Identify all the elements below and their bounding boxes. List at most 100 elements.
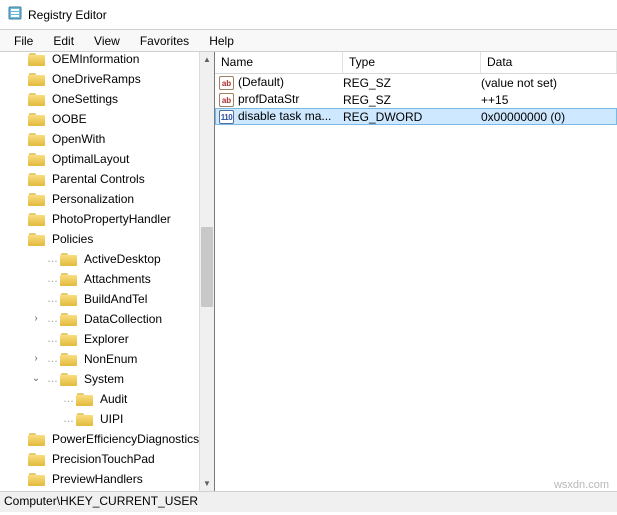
tree-item-label: PreviewHandlers bbox=[50, 472, 143, 486]
list-body: ab(Default)REG_SZ(value not set)abprofDa… bbox=[215, 74, 617, 125]
folder-icon bbox=[28, 172, 46, 186]
tree-item-label: DataCollection bbox=[82, 312, 162, 326]
scroll-down-icon[interactable]: ▼ bbox=[200, 476, 214, 491]
tree-connector: … bbox=[44, 373, 58, 385]
tree-connector: … bbox=[44, 293, 58, 305]
tree-item-label: Audit bbox=[98, 392, 127, 406]
menu-help[interactable]: Help bbox=[199, 32, 244, 50]
tree-item-label: PhotoPropertyHandler bbox=[50, 212, 171, 226]
tree-item-label: OneSettings bbox=[50, 92, 118, 106]
value-name: profDataStr bbox=[238, 92, 299, 106]
tree-item[interactable]: … ActiveDesktop bbox=[0, 249, 214, 269]
folder-icon bbox=[60, 312, 78, 326]
menu-view[interactable]: View bbox=[84, 32, 130, 50]
folder-icon bbox=[28, 92, 46, 106]
tree-item[interactable]: OOBE bbox=[0, 109, 214, 129]
list-row[interactable]: abprofDataStrREG_SZ++15 bbox=[215, 91, 617, 108]
tree-item-label: PrecisionTouchPad bbox=[50, 452, 155, 466]
folder-icon bbox=[28, 152, 46, 166]
tree-item[interactable]: ›…NonEnum bbox=[0, 349, 214, 369]
folder-icon bbox=[28, 432, 46, 446]
value-data: ++15 bbox=[481, 93, 617, 107]
tree-item[interactable]: ›…DataCollection bbox=[0, 309, 214, 329]
tree-item[interactable]: PowerEfficiencyDiagnostics bbox=[0, 429, 214, 449]
tree-scrollbar[interactable]: ▲ ▼ bbox=[199, 52, 214, 491]
tree-item[interactable]: ⌄…System bbox=[0, 369, 214, 389]
tree-item-label: ActiveDesktop bbox=[82, 252, 161, 266]
col-header-name[interactable]: Name bbox=[215, 52, 343, 73]
folder-icon bbox=[60, 252, 78, 266]
chevron-right-icon[interactable]: › bbox=[30, 354, 42, 364]
menu-edit[interactable]: Edit bbox=[43, 32, 84, 50]
chevron-right-icon[interactable]: › bbox=[30, 314, 42, 324]
work-area: OEMInformation OneDriveRamps OneSettings OO… bbox=[0, 52, 617, 492]
tree-item[interactable]: PreviewHandlers bbox=[0, 469, 214, 489]
folder-icon bbox=[28, 452, 46, 466]
statusbar-path: Computer\HKEY_CURRENT_USER bbox=[4, 494, 198, 508]
tree-item[interactable]: PropertySystem bbox=[0, 489, 214, 491]
folder-icon bbox=[28, 132, 46, 146]
col-header-data[interactable]: Data bbox=[481, 52, 617, 73]
scroll-up-icon[interactable]: ▲ bbox=[200, 52, 214, 67]
reg-string-icon: ab bbox=[219, 76, 234, 90]
tree-item[interactable]: …Audit bbox=[0, 389, 214, 409]
tree-item-label: Parental Controls bbox=[50, 172, 145, 186]
col-header-type[interactable]: Type bbox=[343, 52, 481, 73]
tree-item-label: OpenWith bbox=[50, 132, 105, 146]
value-name: (Default) bbox=[238, 75, 284, 89]
folder-icon bbox=[28, 52, 46, 66]
tree-item-label: OptimalLayout bbox=[50, 152, 129, 166]
tree-item[interactable]: … Explorer bbox=[0, 329, 214, 349]
value-type: REG_SZ bbox=[343, 93, 481, 107]
folder-icon bbox=[28, 112, 46, 126]
list-row[interactable]: ab(Default)REG_SZ(value not set) bbox=[215, 74, 617, 91]
tree-item[interactable]: OEMInformation bbox=[0, 52, 214, 69]
folder-icon bbox=[28, 192, 46, 206]
tree-item[interactable]: OptimalLayout bbox=[0, 149, 214, 169]
list-header: Name Type Data bbox=[215, 52, 617, 74]
tree-item[interactable]: … Attachments bbox=[0, 269, 214, 289]
menu-bar: File Edit View Favorites Help bbox=[0, 30, 617, 52]
value-type: REG_DWORD bbox=[343, 110, 481, 124]
tree-item[interactable]: …UIPI bbox=[0, 409, 214, 429]
registry-tree[interactable]: OEMInformation OneDriveRamps OneSettings OO… bbox=[0, 52, 214, 491]
folder-icon bbox=[28, 472, 46, 486]
tree-connector: … bbox=[60, 413, 74, 425]
tree-item-label: NonEnum bbox=[82, 352, 137, 366]
folder-icon bbox=[60, 332, 78, 346]
scroll-thumb[interactable] bbox=[201, 227, 213, 307]
tree-item-label: OneDriveRamps bbox=[50, 72, 141, 86]
tree-item[interactable]: OpenWith bbox=[0, 129, 214, 149]
watermark: wsxdn.com bbox=[554, 479, 609, 491]
tree-item[interactable]: Parental Controls bbox=[0, 169, 214, 189]
folder-icon bbox=[60, 272, 78, 286]
tree-item[interactable]: PrecisionTouchPad bbox=[0, 449, 214, 469]
tree-item[interactable]: PhotoPropertyHandler bbox=[0, 209, 214, 229]
tree-item-label: OEMInformation bbox=[50, 52, 139, 66]
menu-file[interactable]: File bbox=[4, 32, 43, 50]
menu-favorites[interactable]: Favorites bbox=[130, 32, 199, 50]
folder-icon bbox=[60, 372, 78, 386]
tree-connector: … bbox=[44, 253, 58, 265]
tree-pane: OEMInformation OneDriveRamps OneSettings OO… bbox=[0, 52, 215, 491]
tree-item[interactable]: OneDriveRamps bbox=[0, 69, 214, 89]
tree-item[interactable]: …BuildAndTel bbox=[0, 289, 214, 309]
status-bar: Computer\HKEY_CURRENT_USER bbox=[0, 492, 617, 512]
tree-item[interactable]: Personalization bbox=[0, 189, 214, 209]
value-data: 0x00000000 (0) bbox=[481, 110, 616, 124]
tree-connector: … bbox=[44, 273, 58, 285]
window-title: Registry Editor bbox=[28, 8, 107, 22]
tree-item[interactable]: OneSettings bbox=[0, 89, 214, 109]
tree-item[interactable]: Policies bbox=[0, 229, 214, 249]
folder-icon bbox=[28, 212, 46, 226]
tree-item-label: Attachments bbox=[82, 272, 151, 286]
tree-connector: … bbox=[44, 333, 58, 345]
folder-icon bbox=[28, 232, 46, 246]
folder-icon bbox=[60, 292, 78, 306]
chevron-down-icon[interactable]: ⌄ bbox=[30, 374, 42, 384]
folder-icon bbox=[60, 352, 78, 366]
folder-icon bbox=[76, 392, 94, 406]
tree-item-label: Personalization bbox=[50, 192, 134, 206]
list-row[interactable]: 110disable task ma...REG_DWORD0x00000000… bbox=[215, 108, 617, 125]
tree-item-label: Explorer bbox=[82, 332, 129, 346]
